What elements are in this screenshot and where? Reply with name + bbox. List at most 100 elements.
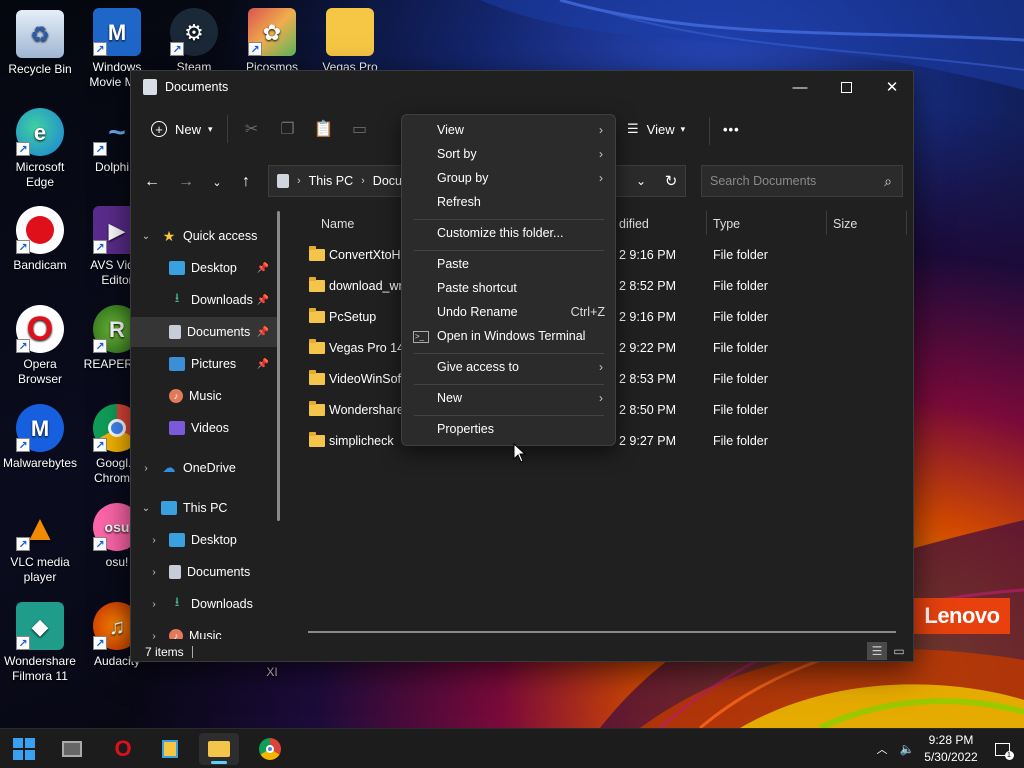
- desktop-icon-label: Opera Browser: [17, 357, 62, 386]
- sidebar-item-pc-documents[interactable]: › Documents: [131, 557, 279, 587]
- sidebar-item-music[interactable]: ♪ Music: [131, 381, 279, 411]
- notification-center-button[interactable]: 1: [990, 729, 1014, 768]
- column-divider[interactable]: [826, 211, 827, 235]
- menu-item-new[interactable]: New ›: [406, 387, 611, 411]
- breadcrumb-this-pc[interactable]: This PC: [309, 174, 353, 188]
- terminal-icon: >_: [413, 331, 429, 343]
- menu-divider: [414, 415, 604, 416]
- folder-icon: [309, 339, 325, 354]
- clock[interactable]: 9:28 PM 5/30/2022: [920, 732, 982, 766]
- sidebar-item-pc-downloads[interactable]: › ⭳ Downloads: [131, 589, 279, 619]
- desktop-icon-vlc[interactable]: ▲ ↗ VLC media player: [0, 503, 80, 585]
- cut-button[interactable]: ✂: [234, 113, 270, 145]
- sidebar-item-documents[interactable]: Documents 📌: [131, 317, 279, 347]
- desktop-icon-wondershare-filmora[interactable]: ◆ ↗ Wondershare Filmora 11: [0, 602, 80, 684]
- sidebar-item-onedrive[interactable]: › ☁ OneDrive: [131, 453, 279, 483]
- taskbar-file-explorer[interactable]: [199, 733, 239, 765]
- minimize-button[interactable]: —: [777, 71, 823, 103]
- task-view-button[interactable]: [52, 733, 92, 765]
- forward-button[interactable]: →: [171, 165, 201, 199]
- up-button[interactable]: ↑: [231, 165, 261, 199]
- sidebar-scrollbar[interactable]: [277, 211, 280, 521]
- address-dropdown-button[interactable]: ⌄: [626, 165, 656, 197]
- pin-icon[interactable]: 📌: [257, 263, 269, 274]
- desktop-icon-vegas-pro[interactable]: Vegas Pro: [310, 8, 390, 75]
- sidebar-item-quick-access[interactable]: ⌄ ★ Quick access: [131, 221, 279, 251]
- column-divider[interactable]: [706, 211, 707, 235]
- desktop-icon: [169, 533, 185, 547]
- desktop-icon-malwarebytes[interactable]: M ↗ Malwarebytes: [0, 404, 80, 471]
- search-input[interactable]: Search Documents ⌕: [701, 165, 903, 197]
- menu-item-paste-shortcut[interactable]: Paste shortcut: [406, 277, 611, 301]
- sidebar-item-pc-desktop[interactable]: › Desktop: [131, 525, 279, 555]
- sidebar-item-pc-music[interactable]: › ♪ Music: [131, 621, 279, 639]
- view-button[interactable]: ☰ View ▾: [619, 113, 693, 145]
- desktop-icon-recycle-bin[interactable]: ♻ Recycle Bin: [0, 10, 80, 77]
- breadcrumb-documents[interactable]: Docu: [373, 174, 402, 188]
- file-modified: 2 9:16 PM: [619, 310, 676, 324]
- sidebar-item-desktop[interactable]: Desktop 📌: [131, 253, 279, 283]
- desktop-icon-picosmos[interactable]: ✿ ↗ Picosmos: [232, 8, 312, 75]
- show-hidden-icons-button[interactable]: ︿: [872, 729, 892, 768]
- menu-item-customize-folder[interactable]: Customize this folder...: [406, 222, 611, 246]
- column-header-date-modified[interactable]: dified: [619, 209, 649, 239]
- sidebar-item-videos[interactable]: Videos: [131, 413, 279, 443]
- close-button[interactable]: ✕: [869, 71, 915, 103]
- sidebar-item-downloads[interactable]: ⭳ Downloads 📌: [131, 285, 279, 315]
- menu-item-label: Group by: [437, 171, 489, 185]
- menu-item-open-terminal[interactable]: >_ Open in Windows Terminal: [406, 325, 611, 349]
- menu-item-undo-rename[interactable]: Undo Rename Ctrl+Z: [406, 301, 611, 325]
- chevron-down-icon: ⌄: [212, 176, 222, 189]
- arrow-right-icon: →: [178, 173, 194, 190]
- task-view-icon: [62, 741, 82, 757]
- menu-item-view[interactable]: View ›: [406, 119, 611, 143]
- taskbar-notepad[interactable]: [150, 733, 190, 765]
- new-button[interactable]: + New ▾: [143, 113, 221, 145]
- pin-icon[interactable]: 📌: [257, 327, 269, 338]
- desktop-icon-bandicam[interactable]: ↗ Bandicam: [0, 206, 80, 273]
- desktop-icon-microsoft-edge[interactable]: e ↗ Microsoft Edge: [0, 108, 80, 190]
- tiles-view-button[interactable]: ▭: [889, 642, 909, 660]
- menu-item-sort-by[interactable]: Sort by ›: [406, 143, 611, 167]
- file-name: PcSetup: [329, 310, 377, 324]
- view-button-label: View: [646, 121, 675, 137]
- sidebar-item-this-pc[interactable]: ⌄ This PC: [131, 493, 279, 523]
- menu-item-properties[interactable]: Properties: [406, 418, 611, 442]
- picosmos-icon: ✿ ↗: [248, 8, 296, 56]
- documents-icon: [169, 325, 181, 339]
- desktop-icon-opera[interactable]: O ↗ Opera Browser: [0, 305, 80, 387]
- copy-button[interactable]: ❐: [270, 113, 306, 145]
- column-header-size[interactable]: Size: [833, 209, 857, 239]
- start-button[interactable]: [4, 733, 44, 765]
- active-indicator: [211, 761, 227, 764]
- desktop-icon-steam[interactable]: ⚙ ↗ Steam: [154, 8, 234, 75]
- back-button[interactable]: ←: [137, 165, 167, 199]
- notepad-icon: [162, 740, 178, 758]
- refresh-button[interactable]: ↻: [656, 165, 686, 197]
- recent-locations-button[interactable]: ⌄: [202, 165, 232, 199]
- menu-item-refresh[interactable]: Refresh: [406, 191, 611, 215]
- rename-button[interactable]: ▭: [342, 113, 378, 145]
- volume-button[interactable]: 🔈: [896, 729, 918, 768]
- horizontal-scrollbar[interactable]: [308, 631, 896, 633]
- taskbar-opera[interactable]: O: [103, 733, 143, 765]
- desktop-icon-label: Malwarebytes: [2, 456, 78, 470]
- details-view-button[interactable]: ☰: [867, 642, 887, 660]
- column-divider[interactable]: [906, 211, 907, 235]
- menu-item-paste[interactable]: Paste: [406, 253, 611, 277]
- taskbar-chrome[interactable]: [250, 733, 290, 765]
- column-header-name[interactable]: Name: [321, 209, 354, 239]
- pin-icon[interactable]: 📌: [257, 295, 269, 306]
- see-more-button[interactable]: •••: [715, 113, 748, 145]
- menu-item-give-access[interactable]: Give access to ›: [406, 356, 611, 380]
- column-header-type[interactable]: Type: [713, 209, 740, 239]
- search-icon[interactable]: ⌕: [884, 173, 892, 190]
- sidebar-item-label: Videos: [191, 421, 229, 435]
- paste-button[interactable]: 📋: [306, 113, 342, 145]
- documents-icon: [143, 79, 157, 95]
- maximize-button[interactable]: [823, 71, 869, 103]
- menu-item-group-by[interactable]: Group by ›: [406, 167, 611, 191]
- sidebar-item-pictures[interactable]: Pictures 📌: [131, 349, 279, 379]
- desktop-icon-adobe-reader[interactable]: XI: [232, 665, 312, 680]
- pin-icon[interactable]: 📌: [257, 359, 269, 370]
